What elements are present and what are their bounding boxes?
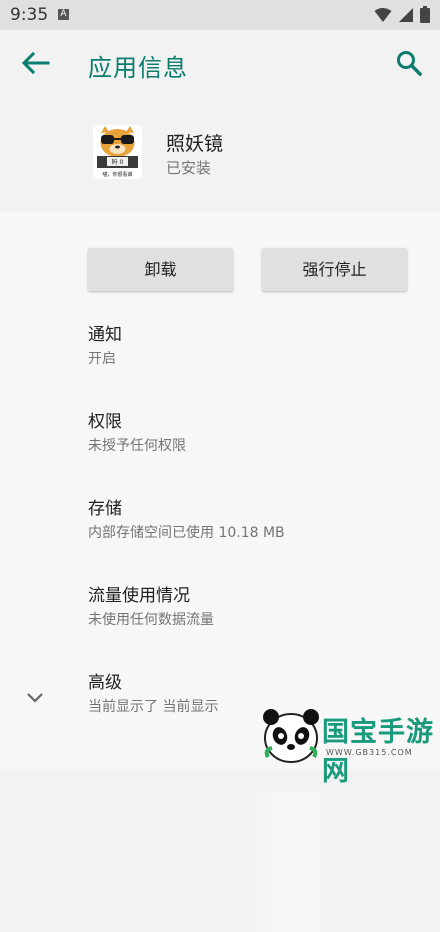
status-bar: 9:35 A: [0, 0, 440, 30]
dog-avatar-icon: 码 0 喵，你很看谁: [93, 125, 142, 179]
uninstall-button[interactable]: 卸载: [88, 248, 233, 291]
setting-title: 权限: [88, 412, 122, 432]
status-icons: [374, 6, 430, 23]
icon-caption: 喵，你很看谁: [102, 171, 132, 178]
wifi-icon: [374, 7, 392, 22]
app-header: 码 0 喵，你很看谁 照妖镜 已安装: [0, 96, 440, 212]
watermark-url: WWW.GB315.COM: [326, 748, 413, 757]
setting-notifications[interactable]: 通知 开启: [88, 324, 418, 369]
panda-logo-icon: [263, 709, 319, 763]
page-title: 应用信息: [88, 54, 188, 82]
search-icon[interactable]: [396, 50, 422, 76]
setting-summary: 未授予任何权限: [88, 438, 186, 454]
app-name: 照妖镜: [166, 133, 224, 155]
setting-title: 高级: [88, 673, 122, 693]
setting-title: 存储: [88, 499, 122, 519]
setting-title: 通知: [88, 325, 122, 345]
app-install-status: 已安装: [166, 159, 212, 177]
signal-icon: [399, 7, 413, 22]
watermark: 国宝手游网 WWW.GB315.COM: [258, 700, 440, 787]
setting-permissions[interactable]: 权限 未授予任何权限: [88, 411, 418, 456]
chevron-down-icon[interactable]: [24, 686, 46, 708]
fade-overlay: [240, 792, 320, 932]
back-arrow-icon[interactable]: [20, 50, 50, 76]
status-time: 9:35: [10, 5, 49, 25]
svg-text:码 0: 码 0: [112, 158, 124, 166]
battery-icon: [420, 6, 430, 23]
force-stop-button[interactable]: 强行停止: [262, 248, 407, 291]
setting-summary: 内部存储空间已使用 10.18 MB: [88, 525, 285, 541]
setting-title: 流量使用情况: [88, 586, 190, 606]
app-icon: 码 0 喵，你很看谁: [93, 125, 142, 179]
settings-content: 卸载 强行停止 通知 开启 权限 未授予任何权限 存储 内部存储空间已使用 10…: [0, 212, 440, 932]
app-bar: 应用信息: [0, 30, 440, 96]
notification-icon: A: [58, 9, 69, 20]
setting-data-usage[interactable]: 流量使用情况 未使用任何数据流量: [88, 585, 418, 630]
setting-summary: 未使用任何数据流量: [88, 612, 214, 628]
setting-summary: 开启: [88, 351, 116, 367]
setting-storage[interactable]: 存储 内部存储空间已使用 10.18 MB: [88, 498, 418, 543]
